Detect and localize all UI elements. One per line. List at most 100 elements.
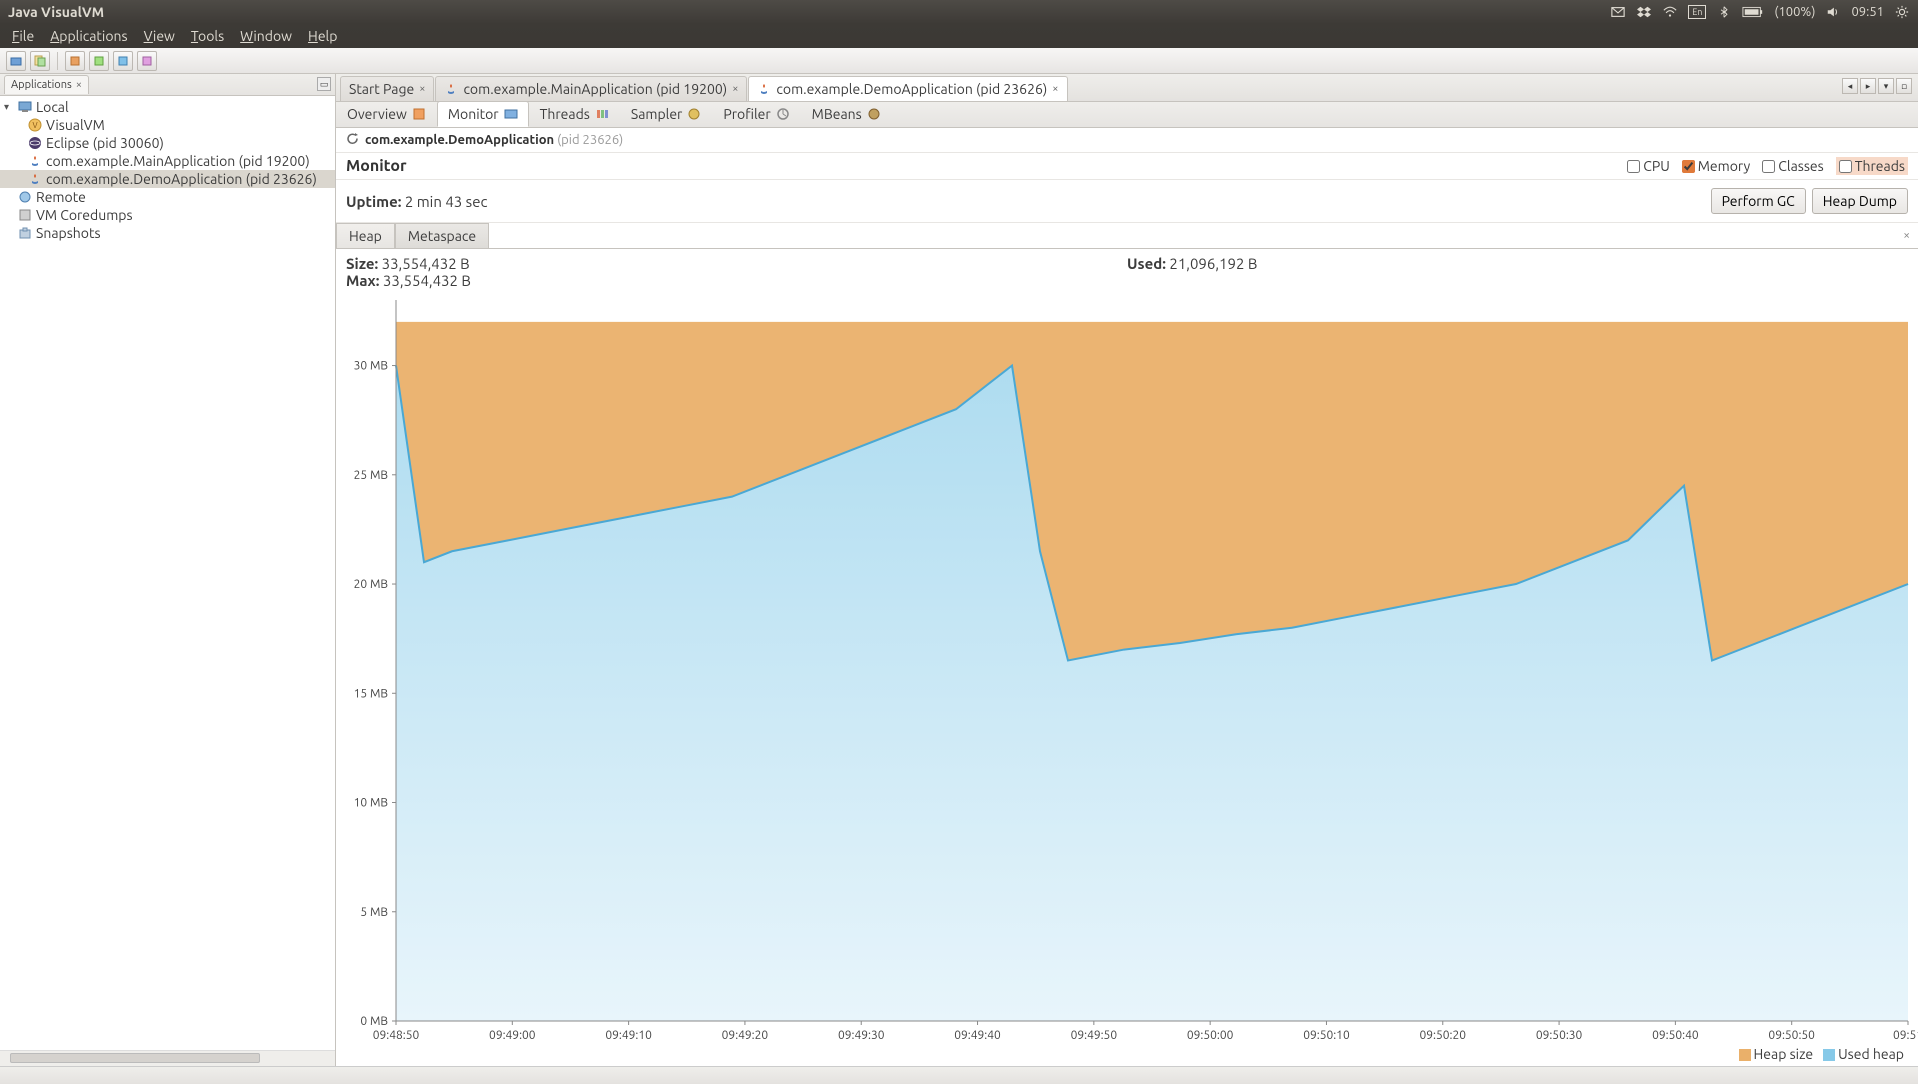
editor-tab[interactable]: com.example.DemoApplication (pid 23626)× xyxy=(748,76,1067,101)
applications-panel: Applications × ▭ ▾ Local VVisualVMEclips… xyxy=(0,74,336,1066)
classes-checkbox[interactable] xyxy=(1762,160,1775,173)
tree-local[interactable]: ▾ Local xyxy=(0,98,335,116)
svg-text:5 MB: 5 MB xyxy=(360,906,388,919)
side-scrollbar[interactable] xyxy=(0,1050,335,1066)
menu-tools[interactable]: Tools xyxy=(183,26,232,46)
view-tab-profiler[interactable]: Profiler xyxy=(712,101,800,127)
coredump-icon xyxy=(18,208,32,222)
volume-icon[interactable] xyxy=(1825,4,1841,20)
close-icon[interactable]: × xyxy=(419,83,425,95)
content-area: Start Page×com.example.MainApplication (… xyxy=(336,74,1918,1066)
tree-remote[interactable]: Remote xyxy=(0,188,335,206)
tree-item[interactable]: Eclipse (pid 30060) xyxy=(0,134,335,152)
close-icon[interactable]: × xyxy=(76,79,82,91)
tab-maximize-icon[interactable]: ▫ xyxy=(1896,78,1912,94)
tab-label: Threads xyxy=(540,106,590,122)
filter-cpu[interactable]: CPU xyxy=(1627,158,1670,174)
tab-scroll-right-icon[interactable]: ▸ xyxy=(1860,78,1876,94)
close-icon[interactable]: × xyxy=(732,83,738,95)
svg-text:20 MB: 20 MB xyxy=(354,578,388,591)
svg-text:V: V xyxy=(32,121,37,130)
max-value: 33,554,432 B xyxy=(383,272,471,289)
svg-text:09:49:40: 09:49:40 xyxy=(954,1029,1001,1042)
metaspace-tab[interactable]: Metaspace xyxy=(395,223,489,249)
memory-checkbox[interactable] xyxy=(1682,160,1695,173)
svg-text:09:50:30: 09:50:30 xyxy=(1536,1029,1583,1042)
menubar: File Applications View Tools Window Help xyxy=(0,24,1918,48)
monitor-title: Monitor xyxy=(346,157,407,175)
bluetooth-icon[interactable] xyxy=(1716,4,1732,20)
view-tab-threads[interactable]: Threads xyxy=(529,101,620,127)
minimize-panel-icon[interactable]: ▭ xyxy=(317,77,331,91)
tree-item[interactable]: com.example.DemoApplication (pid 23626) xyxy=(0,170,335,188)
perform-gc-button[interactable]: Perform GC xyxy=(1711,188,1806,214)
java-icon xyxy=(28,154,42,168)
menu-file[interactable]: File xyxy=(4,26,42,46)
tab-label: Sampler xyxy=(631,106,683,122)
visualvm-icon: V xyxy=(28,118,42,132)
tree-snapshots-label: Snapshots xyxy=(36,225,101,241)
view-tab-sampler[interactable]: Sampler xyxy=(620,101,713,127)
window-titlebar: Java VisualVM En (100%) 09:51 xyxy=(0,0,1918,24)
system-indicators: En (100%) 09:51 xyxy=(1610,4,1910,20)
tree-item[interactable]: com.example.MainApplication (pid 19200) xyxy=(0,152,335,170)
tab-scroll-left-icon[interactable]: ◂ xyxy=(1842,78,1858,94)
editor-tab[interactable]: Start Page× xyxy=(340,76,434,101)
close-chart-icon[interactable]: × xyxy=(1903,229,1910,242)
applications-tab[interactable]: Applications × xyxy=(4,75,89,94)
menu-applications[interactable]: Applications xyxy=(42,26,135,46)
menu-help[interactable]: Help xyxy=(300,26,345,46)
mail-icon[interactable] xyxy=(1610,4,1626,20)
toolbar-btn-4[interactable] xyxy=(89,51,109,71)
tree-item[interactable]: VVisualVM xyxy=(0,116,335,134)
tab-dropdown-icon[interactable]: ▾ xyxy=(1878,78,1894,94)
app-name: com.example.DemoApplication xyxy=(365,133,554,147)
tree-snapshots[interactable]: Snapshots xyxy=(0,224,335,242)
menu-window[interactable]: Window xyxy=(232,26,300,46)
toolbar-btn-5[interactable] xyxy=(113,51,133,71)
profiler-icon xyxy=(776,107,790,121)
tree-item-label: Eclipse (pid 30060) xyxy=(46,135,164,151)
view-tab-mbeans[interactable]: MBeans xyxy=(801,101,892,127)
uptime-label: Uptime: xyxy=(346,193,401,210)
battery-icon[interactable] xyxy=(1742,4,1764,20)
applications-tree[interactable]: ▾ Local VVisualVMEclipse (pid 30060)com.… xyxy=(0,96,335,1050)
dropbox-icon[interactable] xyxy=(1636,4,1652,20)
editor-tabs: Start Page×com.example.MainApplication (… xyxy=(336,74,1918,102)
threads-icon xyxy=(595,107,609,121)
menu-view[interactable]: View xyxy=(136,26,183,46)
heap-dump-button[interactable]: Heap Dump xyxy=(1812,188,1908,214)
filter-threads[interactable]: Threads xyxy=(1836,157,1908,175)
heap-tab[interactable]: Heap xyxy=(336,223,395,249)
close-icon[interactable]: × xyxy=(1052,83,1058,95)
filter-memory[interactable]: Memory xyxy=(1682,158,1751,174)
filter-classes[interactable]: Classes xyxy=(1762,158,1823,174)
chevron-down-icon[interactable]: ▾ xyxy=(4,101,14,113)
remote-icon xyxy=(18,190,32,204)
tab-label: Overview xyxy=(347,106,407,122)
svg-text:09:50:20: 09:50:20 xyxy=(1420,1029,1467,1042)
svg-text:0 MB: 0 MB xyxy=(360,1015,388,1028)
gear-icon[interactable] xyxy=(1894,4,1910,20)
monitor-header: Monitor CPU Memory Classes Threads xyxy=(336,153,1918,180)
wifi-icon[interactable] xyxy=(1662,4,1678,20)
uptime-row: Uptime: 2 min 43 sec Perform GC Heap Dum… xyxy=(336,180,1918,223)
view-tab-monitor[interactable]: Monitor xyxy=(437,101,529,127)
chart-canvas: 0 MB5 MB10 MB15 MB20 MB25 MB30 MB09:48:5… xyxy=(336,295,1918,1066)
cpu-checkbox[interactable] xyxy=(1627,160,1640,173)
refresh-icon[interactable] xyxy=(346,132,359,148)
threads-checkbox[interactable] xyxy=(1839,160,1852,173)
statusbar xyxy=(0,1066,1918,1084)
host-icon xyxy=(18,100,32,114)
editor-tab[interactable]: com.example.MainApplication (pid 19200)× xyxy=(435,76,747,101)
svg-text:09:49:10: 09:49:10 xyxy=(605,1029,652,1042)
lang-indicator[interactable]: En xyxy=(1688,5,1706,19)
toolbar-btn-1[interactable] xyxy=(6,51,26,71)
view-tab-overview[interactable]: Overview xyxy=(336,101,437,127)
tree-coredumps[interactable]: VM Coredumps xyxy=(0,206,335,224)
toolbar-btn-6[interactable] xyxy=(137,51,157,71)
toolbar-btn-2[interactable] xyxy=(30,51,50,71)
svg-text:25 MB: 25 MB xyxy=(354,469,388,482)
toolbar-btn-3[interactable] xyxy=(65,51,85,71)
window-title: Java VisualVM xyxy=(8,4,104,20)
